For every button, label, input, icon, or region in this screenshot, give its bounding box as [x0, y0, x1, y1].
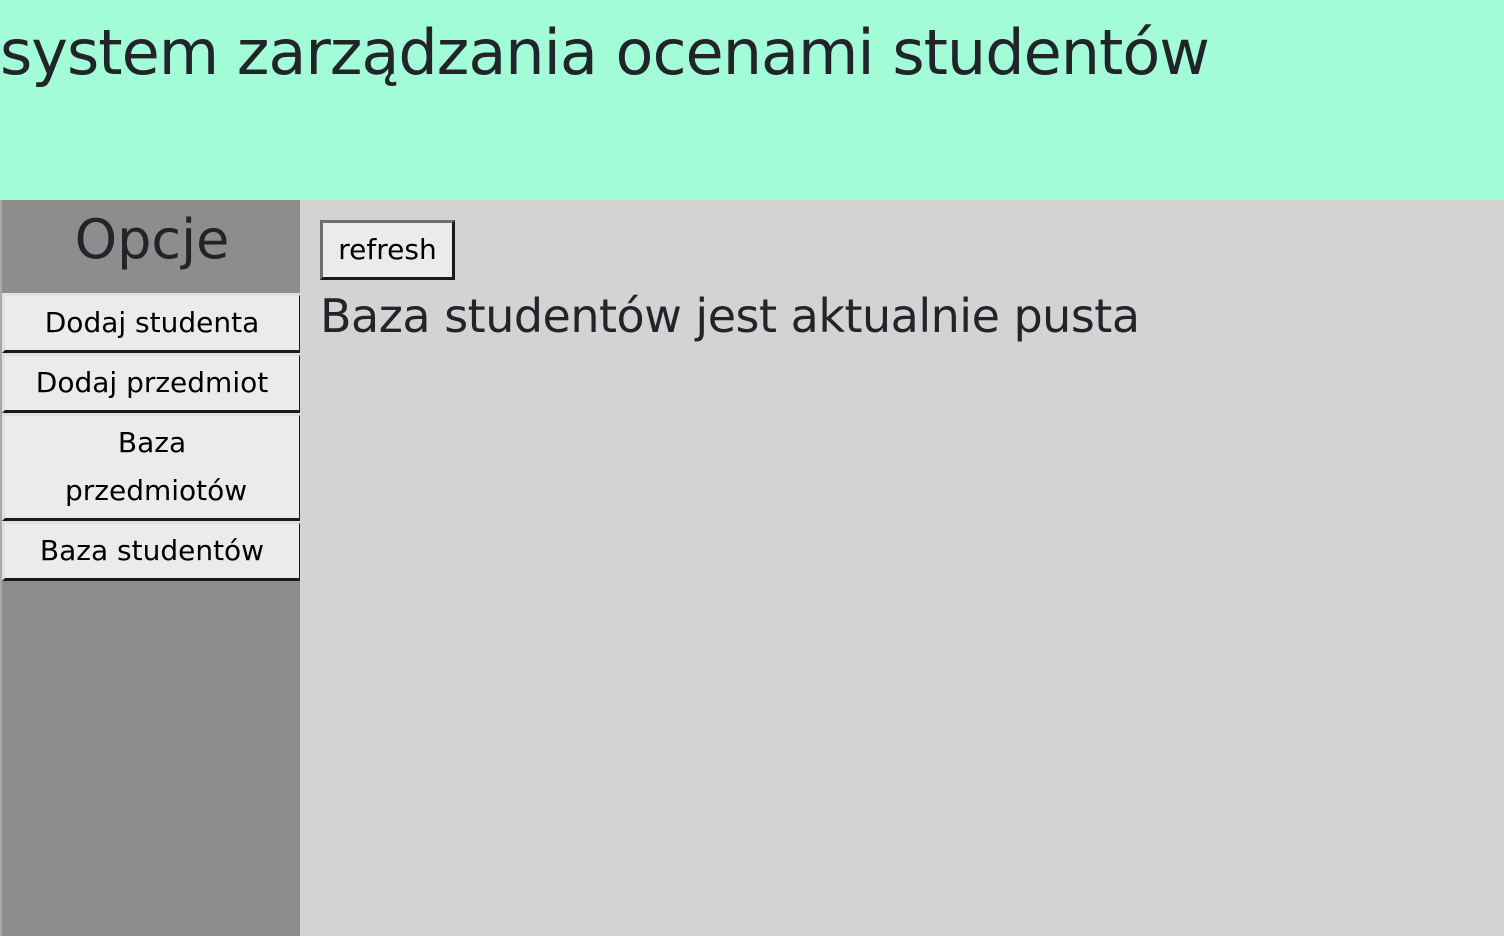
students-database-button[interactable]: Baza studentów	[2, 521, 302, 581]
sidebar: Opcje Dodaj studenta Dodaj przedmiot Baz…	[0, 200, 302, 936]
header: system zarządzania ocenami studentów	[0, 0, 1504, 200]
subjects-database-button[interactable]: Baza przedmiotów	[2, 413, 302, 521]
page-title: system zarządzania ocenami studentów	[0, 16, 1210, 89]
refresh-button[interactable]: refresh	[320, 220, 455, 280]
sidebar-title: Opcje	[74, 208, 230, 271]
add-subject-button[interactable]: Dodaj przedmiot	[2, 353, 302, 413]
empty-database-message: Baza studentów jest aktualnie pusta	[320, 289, 1140, 343]
main-content: refresh Baza studentów jest aktualnie pu…	[300, 200, 1504, 936]
add-student-button[interactable]: Dodaj studenta	[2, 293, 302, 353]
